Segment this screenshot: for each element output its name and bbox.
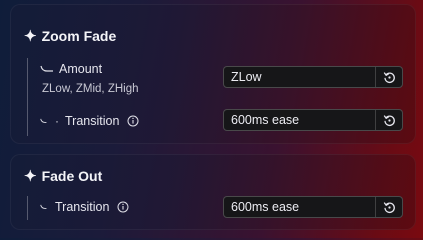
amount-label: Amount: [40, 62, 102, 76]
section-title-fade-out: ✦ Fade Out: [24, 168, 102, 184]
sparkle-icon: ✦: [24, 167, 37, 185]
transition-label-text: Transition: [65, 114, 120, 128]
transition-label: · Transition: [40, 114, 139, 128]
curve-icon: [40, 204, 47, 209]
fade-out-transition-label: Transition: [40, 200, 129, 214]
curve-icon: [40, 65, 53, 72]
fade-out-transition-value: 600ms ease: [231, 200, 300, 214]
zoom-fade-section: ✦ Zoom Fade Amount ZLow, ZMid, ZHigh ZLo…: [10, 4, 416, 144]
section-title-text: Zoom Fade: [41, 28, 117, 44]
reset-icon: [383, 71, 395, 83]
amount-description: ZLow, ZMid, ZHigh: [42, 83, 139, 95]
transition-input[interactable]: 600ms ease: [223, 109, 403, 131]
amount-label-text: Amount: [59, 62, 103, 76]
fade-out-transition-input[interactable]: 600ms ease: [223, 196, 403, 218]
amount-value: ZLow: [231, 70, 262, 84]
bullet-dot: ·: [55, 114, 59, 128]
info-icon[interactable]: [117, 201, 129, 213]
amount-reset-button[interactable]: [376, 67, 402, 87]
section-title-text: Fade Out: [41, 168, 103, 184]
sparkle-icon: ✦: [24, 27, 37, 45]
transition-reset-button[interactable]: [376, 110, 402, 130]
transition-value: 600ms ease: [231, 113, 300, 127]
amount-select[interactable]: ZLow: [223, 66, 403, 88]
reset-icon: [383, 201, 395, 213]
fade-out-transition-reset-button[interactable]: [376, 197, 402, 217]
reset-icon: [383, 114, 395, 126]
fade-out-section: ✦ Fade Out Transition 600ms ease: [10, 154, 416, 230]
curve-icon: [40, 118, 47, 123]
section-title-zoom-fade: ✦ Zoom Fade: [24, 28, 116, 44]
tree-line: [27, 58, 28, 136]
tree-line: [27, 196, 28, 220]
fade-out-transition-label-text: Transition: [55, 200, 110, 214]
info-icon[interactable]: [127, 115, 139, 127]
